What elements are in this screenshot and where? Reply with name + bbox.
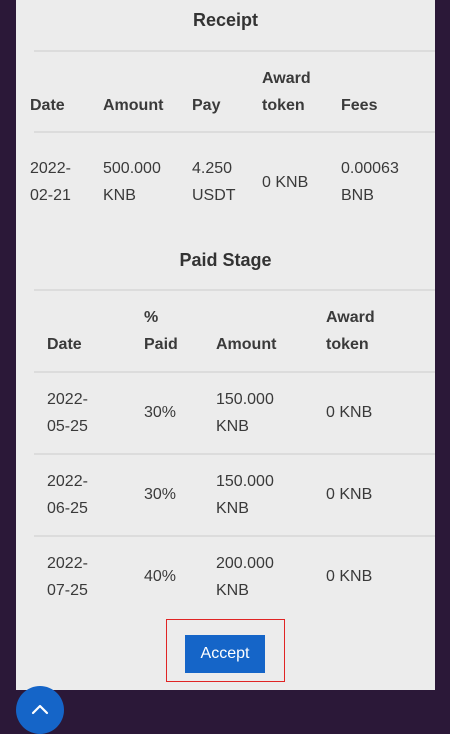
chevron-up-icon bbox=[31, 704, 49, 715]
paid-cell-percent: 30% bbox=[144, 404, 177, 421]
divider bbox=[34, 453, 435, 455]
divider bbox=[34, 50, 435, 52]
paid-stage-title: Paid Stage bbox=[179, 250, 272, 270]
paid-cell-date: 2022- 05-25 bbox=[47, 391, 88, 435]
scroll-top-button[interactable] bbox=[16, 686, 64, 734]
paid-cell-date: 2022- 06-25 bbox=[47, 473, 88, 517]
receipt-modal: Receipt Date Amount Pay Award token Fees… bbox=[16, 0, 435, 690]
receipt-header-award-token: Award token bbox=[262, 70, 311, 114]
paid-header-percent-paid: % Paid bbox=[144, 309, 178, 353]
paid-cell-award-token: 0 KNB bbox=[326, 486, 373, 503]
paid-header-award-token: Award token bbox=[326, 309, 375, 353]
paid-cell-date: 2022- 07-25 bbox=[47, 555, 88, 599]
receipt-cell-date: 2022- 02-21 bbox=[30, 160, 71, 204]
receipt-cell-amount: 500.000 KNB bbox=[103, 160, 161, 204]
paid-cell-amount: 200.000 KNB bbox=[216, 555, 274, 599]
paid-cell-percent: 40% bbox=[144, 568, 177, 585]
receipt-title: Receipt bbox=[192, 10, 259, 30]
accept-highlight: Accept bbox=[166, 619, 285, 682]
receipt-header-amount: Amount bbox=[103, 97, 164, 114]
paid-header-amount: Amount bbox=[216, 336, 277, 353]
divider bbox=[34, 535, 435, 537]
accept-button[interactable]: Accept bbox=[185, 635, 265, 673]
divider bbox=[34, 131, 435, 133]
receipt-header-date: Date bbox=[30, 97, 65, 114]
divider bbox=[34, 371, 435, 373]
paid-cell-percent: 30% bbox=[144, 486, 177, 503]
paid-cell-amount: 150.000 KNB bbox=[216, 473, 274, 517]
paid-cell-award-token: 0 KNB bbox=[326, 404, 373, 421]
paid-cell-amount: 150.000 KNB bbox=[216, 391, 274, 435]
receipt-cell-award-token: 0 KNB bbox=[262, 174, 309, 191]
divider bbox=[34, 289, 435, 291]
receipt-header-fees: Fees bbox=[341, 97, 378, 114]
receipt-header-pay: Pay bbox=[192, 97, 221, 114]
paid-header-date: Date bbox=[47, 336, 82, 353]
paid-cell-award-token: 0 KNB bbox=[326, 568, 373, 585]
receipt-cell-pay: 4.250 USDT bbox=[192, 160, 236, 204]
receipt-cell-fees: 0.00063 BNB bbox=[341, 160, 399, 204]
